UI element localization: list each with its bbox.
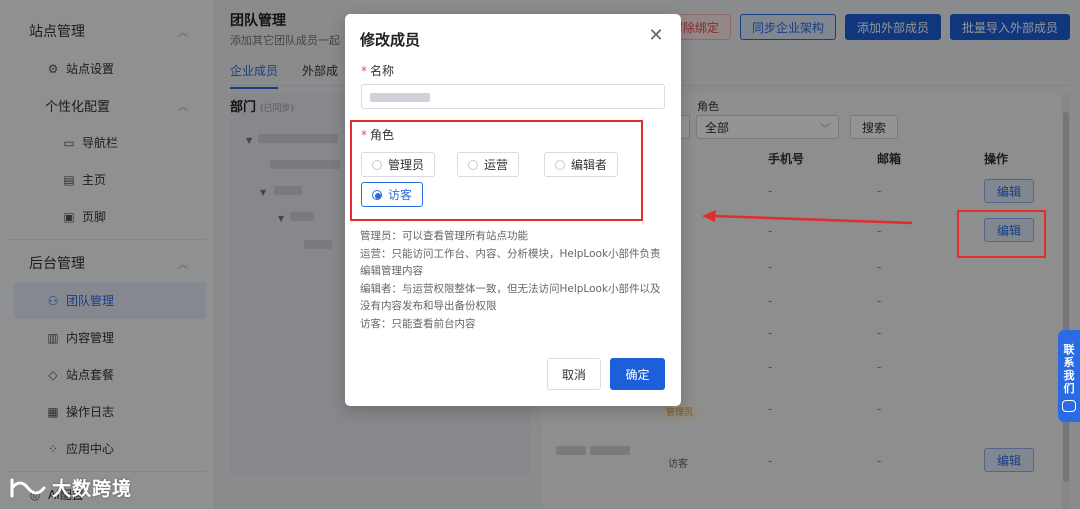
role-desc-visitor: 访客：只能查看前台内容 <box>360 317 476 330</box>
close-icon[interactable]: ✕ <box>646 25 666 46</box>
annotation-arrow-icon <box>702 210 913 225</box>
contact-us-tab[interactable]: 联系我们 <box>1058 330 1080 422</box>
required-marker: * <box>361 64 367 78</box>
contact-us-text: 联系我们 <box>1063 343 1075 395</box>
name-input[interactable] <box>361 84 665 109</box>
brand-logo-icon <box>10 478 46 497</box>
watermark-text: 大数跨境 <box>52 478 133 500</box>
confirm-button[interactable]: 确定 <box>610 358 665 390</box>
name-value-blurred <box>370 93 430 102</box>
cancel-button[interactable]: 取消 <box>547 358 601 390</box>
annotation-highlight-edit <box>957 210 1046 258</box>
chat-bubble-icon <box>1062 400 1076 412</box>
role-desc-admin: 管理员：可以查看管理所有站点功能 <box>360 230 528 242</box>
dialog-title: 修改成员 <box>360 31 421 49</box>
role-desc-operator: 运营：只能访问工作台、内容、分析模块，HelpLook小部件负责编辑管理内容 <box>360 247 661 278</box>
annotation-highlight-role <box>350 120 643 221</box>
role-desc-editor: 编辑者：与运营权限整体一致，但无法访问HelpLook小部件以及没有内容发布和导… <box>360 282 661 313</box>
name-field-label: * 名称 <box>361 62 394 79</box>
watermark: 大数跨境 <box>8 474 132 501</box>
name-label-text: 名称 <box>370 64 395 78</box>
role-descriptions: 管理员：可以查看管理所有站点功能 运营：只能访问工作台、内容、分析模块，Help… <box>360 228 670 333</box>
